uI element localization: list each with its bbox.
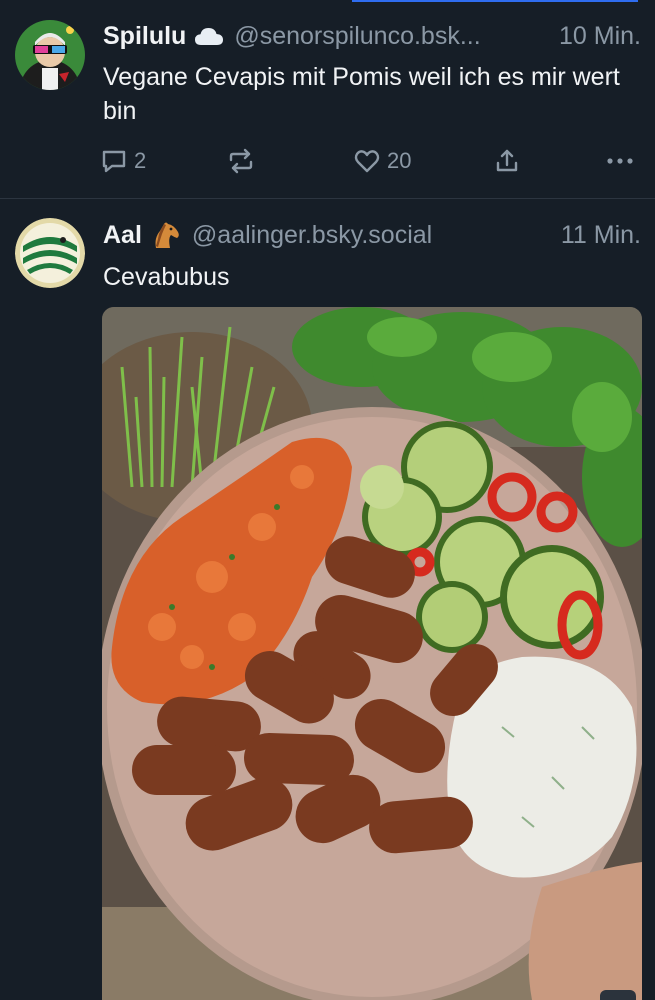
food-plate-photo[interactable] xyxy=(102,307,642,1000)
author-name[interactable]: Spilulu xyxy=(103,22,186,51)
post-text: Vegane Cevapis mit Pomis weil ich es mir… xyxy=(103,63,620,125)
reply-icon xyxy=(100,147,128,175)
post-time[interactable]: 10 Min. xyxy=(547,22,641,51)
like-button[interactable]: 20 xyxy=(353,144,411,178)
author-name[interactable]: Aal xyxy=(103,221,142,250)
author-handle[interactable]: @aalinger.bsky.social xyxy=(192,221,432,250)
cloud-icon xyxy=(194,26,224,46)
post-text: Cevabubus xyxy=(103,263,230,291)
repost-button[interactable] xyxy=(226,144,256,178)
avatar[interactable] xyxy=(15,218,85,288)
reply-button[interactable]: 2 xyxy=(100,144,146,178)
post-actions: 2 20 xyxy=(100,144,640,178)
repost-icon xyxy=(226,147,256,175)
post-spilulu[interactable]: Spilulu @senorspilunco.bsk... 10 Min. Ve… xyxy=(0,0,655,199)
post-aal[interactable]: Aal @aalinger.bsky.social 11 Min. Cevabu… xyxy=(0,200,655,1000)
reply-count: 2 xyxy=(134,148,147,173)
post-header: Aal @aalinger.bsky.social 11 Min. xyxy=(103,218,641,252)
avatar[interactable] xyxy=(15,20,85,90)
more-icon xyxy=(605,147,635,175)
horse-icon xyxy=(150,220,182,250)
heart-icon xyxy=(353,147,381,175)
author-handle[interactable]: @senorspilunco.bsk... xyxy=(234,22,480,51)
like-count: 20 xyxy=(387,148,412,173)
share-button[interactable] xyxy=(493,144,521,178)
post-header: Spilulu @senorspilunco.bsk... 10 Min. xyxy=(103,19,641,53)
scroll-indicator xyxy=(600,990,636,1000)
more-options-button[interactable] xyxy=(605,144,635,178)
share-icon xyxy=(493,147,521,175)
post-time[interactable]: 11 Min. xyxy=(549,221,641,250)
